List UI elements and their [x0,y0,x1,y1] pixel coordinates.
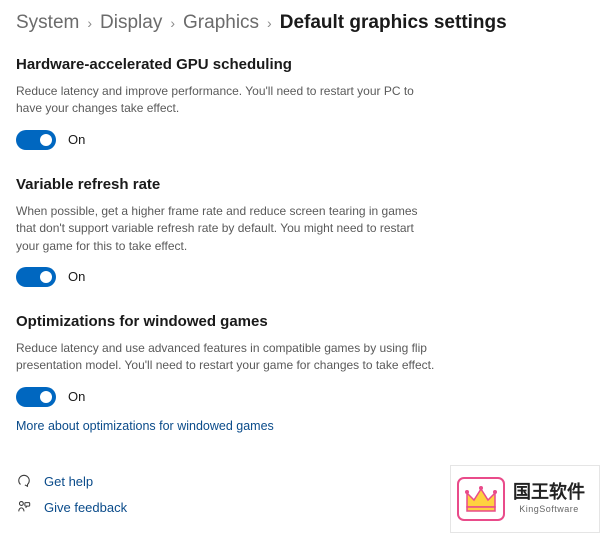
section-variable-refresh-rate: Variable refresh rate When possible, get… [16,176,436,287]
more-about-windowed-link[interactable]: More about optimizations for windowed ga… [16,419,274,433]
toggle-row-gpu-scheduling: On [16,130,436,150]
help-icon [16,473,32,489]
chevron-right-icon: › [170,15,175,31]
section-windowed-optimizations: Optimizations for windowed games Reduce … [16,313,436,435]
section-title: Optimizations for windowed games [16,313,436,330]
get-help-label: Get help [44,474,93,489]
feedback-icon [16,499,32,515]
crown-icon [457,477,505,521]
section-title: Variable refresh rate [16,176,436,193]
section-description: Reduce latency and use advanced features… [16,340,436,375]
footer-links: Get help Give feedback [16,473,127,525]
breadcrumb-current: Default graphics settings [280,12,507,34]
toggle-windowed-optimizations[interactable] [16,387,56,407]
toggle-state-label: On [68,389,85,404]
chevron-right-icon: › [87,15,92,31]
toggle-row-vrr: On [16,267,436,287]
section-description: When possible, get a higher frame rate a… [16,203,436,255]
breadcrumb-system[interactable]: System [16,12,79,34]
section-description: Reduce latency and improve performance. … [16,83,436,118]
section-gpu-scheduling: Hardware-accelerated GPU scheduling Redu… [16,56,436,150]
get-help-link[interactable]: Get help [16,473,127,489]
breadcrumb-graphics[interactable]: Graphics [183,12,259,34]
watermark-logo: 国王软件 KingSoftware [450,465,600,533]
breadcrumb: System › Display › Graphics › Default gr… [16,12,584,34]
toggle-state-label: On [68,269,85,284]
breadcrumb-display[interactable]: Display [100,12,162,34]
give-feedback-link[interactable]: Give feedback [16,499,127,515]
watermark-text-en: KingSoftware [519,505,579,515]
watermark-text-cn: 国王软件 [513,483,585,503]
toggle-state-label: On [68,132,85,147]
toggle-row-windowed: On [16,387,436,407]
chevron-right-icon: › [267,15,272,31]
toggle-vrr[interactable] [16,267,56,287]
give-feedback-label: Give feedback [44,500,127,515]
toggle-gpu-scheduling[interactable] [16,130,56,150]
section-title: Hardware-accelerated GPU scheduling [16,56,436,73]
